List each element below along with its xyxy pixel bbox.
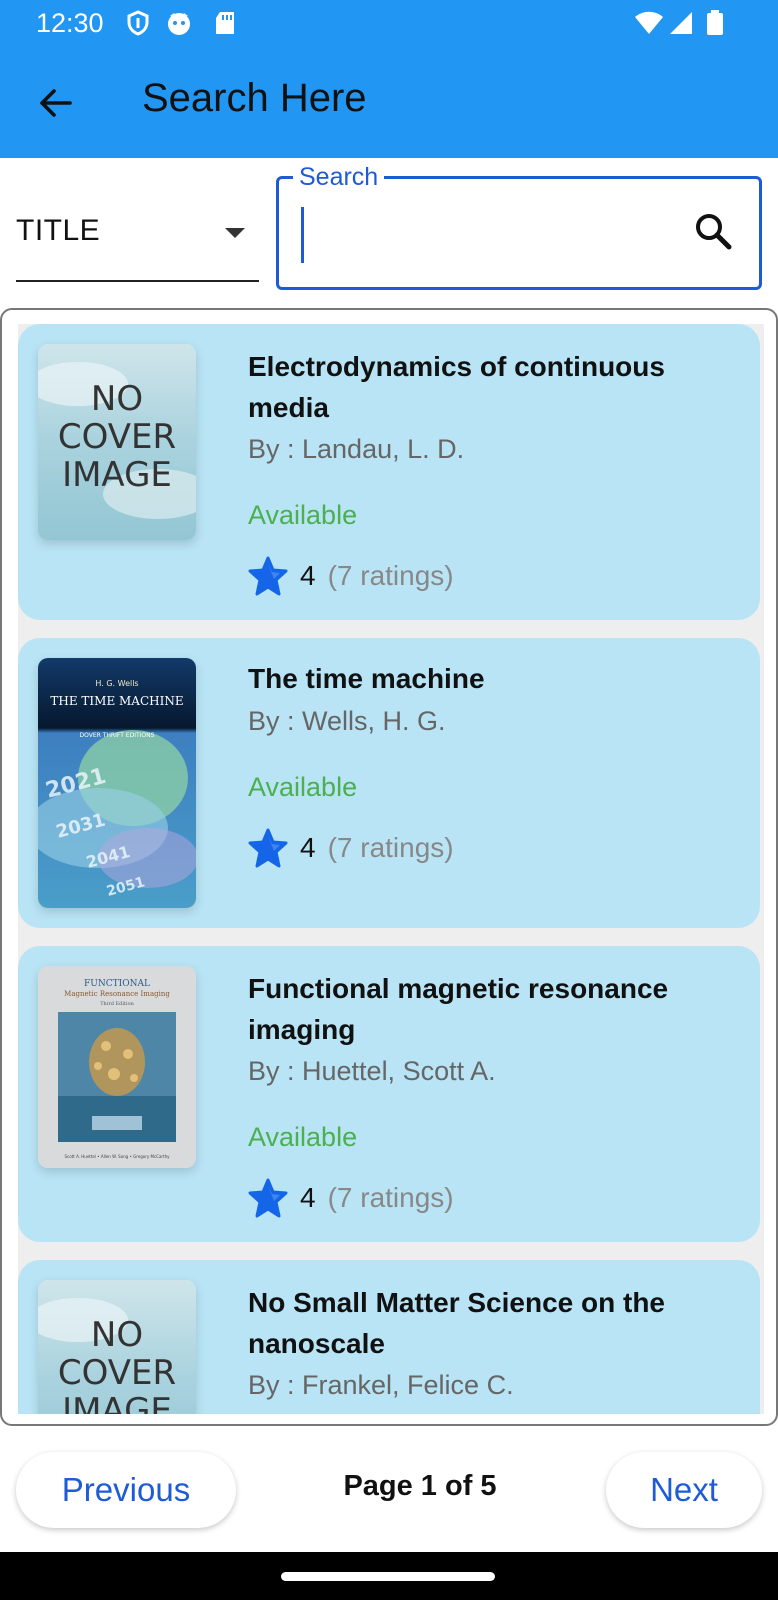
- book-rating: 4 (7 ratings): [248, 556, 454, 596]
- book-card[interactable]: FUNCTIONAL Magnetic Resonance Imaging Th…: [18, 946, 760, 1242]
- rating-value: 4: [300, 560, 316, 591]
- book-title: Electrodynamics of continuous media: [248, 351, 665, 423]
- cover-text-line-1: NO: [91, 1315, 143, 1355]
- home-indicator[interactable]: [281, 1572, 495, 1581]
- ratings-count: (7 ratings): [327, 1182, 454, 1213]
- status-time: 12:30: [36, 8, 104, 38]
- text-cursor: [301, 207, 304, 263]
- ratings-count: (7 ratings): [327, 560, 454, 591]
- arrow-back-icon: [40, 89, 72, 117]
- rating-value: 4: [300, 832, 316, 863]
- book-cover-image: NO COVER IMAGE: [38, 1280, 196, 1414]
- book-cover-image: NO COVER IMAGE: [38, 344, 196, 540]
- signal-icon: [670, 12, 692, 34]
- dropdown-arrow-icon: [225, 228, 245, 238]
- book-list-frame: NO COVER IMAGE Electrodynamics of contin…: [0, 308, 778, 1426]
- cover-text-line-1: NO: [91, 379, 143, 419]
- cover-title: THE TIME MACHINE: [50, 694, 183, 708]
- cover-series: DOVER THRIFT EDITIONS: [80, 732, 155, 739]
- book-title: The time machine: [248, 663, 485, 694]
- cover-text-line-2: COVER: [58, 1353, 176, 1393]
- book-author: By : Landau, L. D.: [248, 434, 465, 464]
- page-title: Search Here: [142, 76, 367, 120]
- book-author: By : Wells, H. G.: [248, 706, 446, 736]
- cover-text-line-3: IMAGE: [62, 1391, 172, 1414]
- availability-status: Available: [248, 500, 358, 530]
- book-author: By : Huettel, Scott A.: [248, 1056, 496, 1086]
- availability-status: Available: [248, 772, 358, 802]
- cover-authors: Scott A. Huettel • Allen W. Song • Grego…: [64, 1154, 170, 1159]
- back-button[interactable]: [30, 78, 80, 128]
- cover-title: FUNCTIONAL: [84, 979, 150, 989]
- cover-edition: Third Edition: [100, 1001, 134, 1007]
- battery-icon: [707, 10, 723, 35]
- book-card[interactable]: NO COVER IMAGE No Small Matter Science o…: [18, 1260, 760, 1414]
- shield-icon: [127, 10, 149, 36]
- book-title: No Small Matter Science on the nanoscale: [248, 1287, 665, 1359]
- sd-card-icon: [216, 12, 234, 34]
- system-navigation-bar: [0, 1552, 778, 1600]
- search-icon[interactable]: [693, 211, 733, 251]
- time-machine-cover: H. G. Wells THE TIME MACHINE DOVER THRIF…: [38, 658, 196, 908]
- previous-button[interactable]: Previous: [16, 1452, 236, 1528]
- pagination-bar: Previous Page 1 of 5 Next: [0, 1440, 778, 1552]
- book-author: By : Frankel, Felice C.: [248, 1370, 514, 1400]
- book-card[interactable]: H. G. Wells THE TIME MACHINE DOVER THRIF…: [18, 638, 760, 928]
- star-icon: [248, 828, 288, 868]
- fmri-cover: FUNCTIONAL Magnetic Resonance Imaging Th…: [38, 966, 196, 1168]
- page-indicator: Page 1 of 5: [343, 1470, 497, 1502]
- ratings-count: (7 ratings): [327, 832, 454, 863]
- book-cover-image: FUNCTIONAL Magnetic Resonance Imaging Th…: [38, 966, 196, 1168]
- search-label: Search: [293, 163, 385, 192]
- no-cover-image: NO COVER IMAGE: [38, 344, 196, 540]
- cover-text-line-2: COVER: [58, 417, 176, 457]
- star-icon: [248, 556, 288, 596]
- book-rating: 4 (7 ratings): [248, 828, 454, 868]
- search-box[interactable]: Search: [276, 163, 762, 290]
- app-notification-icon: [168, 13, 190, 35]
- no-cover-image: NO COVER IMAGE: [38, 1280, 196, 1414]
- availability-status: Available: [248, 1122, 358, 1152]
- book-rating: 4 (7 ratings): [248, 1178, 454, 1218]
- book-title: Functional magnetic resonance imaging: [248, 973, 669, 1045]
- wifi-icon: [635, 11, 663, 34]
- dropdown-selected-value: TITLE: [16, 214, 101, 247]
- book-cover-image: H. G. Wells THE TIME MACHINE DOVER THRIF…: [38, 658, 196, 908]
- search-field-dropdown[interactable]: TITLE: [16, 198, 259, 282]
- star-icon: [248, 1178, 288, 1218]
- rating-value: 4: [300, 1182, 316, 1213]
- cover-author: H. G. Wells: [95, 679, 138, 688]
- cover-text-line-3: IMAGE: [62, 455, 172, 495]
- search-input[interactable]: [299, 201, 659, 261]
- status-bar: 12:30: [0, 0, 778, 48]
- book-list[interactable]: NO COVER IMAGE Electrodynamics of contin…: [18, 324, 764, 1414]
- app-bar: Search Here: [0, 48, 778, 158]
- book-card[interactable]: NO COVER IMAGE Electrodynamics of contin…: [18, 324, 760, 620]
- cover-subtitle: Magnetic Resonance Imaging: [64, 990, 170, 998]
- next-button[interactable]: Next: [606, 1452, 762, 1528]
